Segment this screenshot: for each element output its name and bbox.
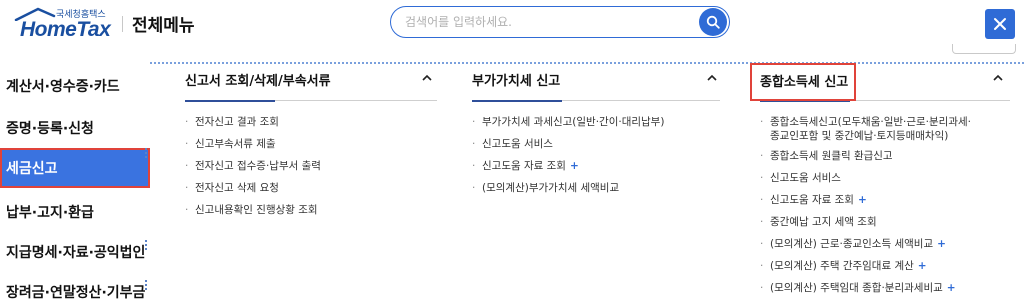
column-item-list: 종합소득세신고(모두채움·일반·근로·분리과세· 종교인포함 및 중간예납·토지…: [760, 115, 971, 295]
chevron-up-icon[interactable]: [421, 72, 433, 84]
column-item-list: 전자신고 결과 조회 신고부속서류 제출 전자신고 접수증·납부서 출력 전자신…: [185, 115, 321, 217]
sidebar-item-certificate-registration[interactable]: 증명·등록·신청: [0, 108, 150, 148]
sidebar-item-label: 납부·고지·환급: [6, 205, 94, 221]
list-item[interactable]: 전자신고 삭제 요청: [185, 181, 321, 195]
column-divider: [275, 100, 437, 101]
list-item[interactable]: 전자신고 접수증·납부서 출력: [185, 159, 321, 173]
search-input[interactable]: [405, 13, 685, 31]
list-item[interactable]: 신고부속서류 제출: [185, 137, 321, 151]
list-item[interactable]: 신고도움 자료 조회+: [472, 159, 664, 173]
scroll-dots: [145, 280, 148, 292]
sidebar-item-invoice-receipt-card[interactable]: 계산서·영수증·카드: [0, 66, 150, 106]
list-item[interactable]: 신고도움 서비스: [760, 171, 971, 185]
sidebar-item-label: 세금신고: [6, 161, 58, 177]
list-item[interactable]: (모의계산) 근로·종교인소득 세액비교+: [760, 237, 971, 251]
list-item[interactable]: 전자신고 결과 조회: [185, 115, 321, 129]
search-button[interactable]: [699, 8, 727, 36]
column-title-underline: [185, 100, 275, 102]
list-item[interactable]: 신고내용확인 진행상황 조회: [185, 203, 321, 217]
search-icon: [706, 15, 720, 29]
sidebar-item-payment-statement-data[interactable]: 지급명세·자료·공익법인: [0, 232, 150, 272]
column-divider: [562, 100, 720, 101]
sidebar-item-label: 계산서·영수증·카드: [6, 79, 120, 95]
top-bar: 국세청홈택스 HomeTax 전체메뉴: [0, 0, 1024, 48]
column-title: 부가가치세 신고: [472, 74, 561, 89]
column-title: 신고서 조회/삭제/부속서류: [185, 74, 331, 89]
list-item[interactable]: (모의계산) 주택 간주임대료 계산+: [760, 259, 971, 273]
close-icon: [994, 18, 1006, 30]
expand-plus-icon[interactable]: +: [918, 260, 927, 272]
list-item[interactable]: 종합소득세 원클릭 환급신고: [760, 149, 971, 163]
sidebar-item-label: 장려금·연말정산·기부금: [6, 285, 146, 301]
sidebar-item-label: 지급명세·자료·공익법인: [6, 245, 146, 261]
chevron-up-icon[interactable]: [706, 72, 718, 84]
search-box: [390, 6, 730, 38]
expand-plus-icon[interactable]: +: [937, 238, 946, 250]
column-title-underline: [472, 100, 562, 102]
expand-plus-icon[interactable]: +: [858, 194, 867, 206]
page-title: 전체메뉴: [132, 16, 195, 36]
sidebar-item-tax-filing[interactable]: 세금신고: [0, 148, 150, 188]
list-item[interactable]: 신고도움 자료 조회+: [760, 193, 971, 207]
expand-plus-icon[interactable]: +: [947, 282, 956, 294]
list-item[interactable]: 부가가치세 과세신고(일반·간이·대리납부): [472, 115, 664, 129]
list-item[interactable]: 신고도움 서비스: [472, 137, 664, 151]
sidebar-item-payment-notice-refund[interactable]: 납부·고지·환급: [0, 192, 150, 232]
menu-top-divider: [150, 62, 1024, 64]
list-item[interactable]: 중간예납 고지 세액 조회: [760, 215, 971, 229]
header-divider: [122, 16, 123, 32]
hometax-logo[interactable]: 국세청홈택스 HomeTax: [14, 4, 112, 42]
chevron-up-icon[interactable]: [992, 72, 1004, 84]
list-item[interactable]: 종합소득세신고(모두채움·일반·근로·분리과세· 종교인포함 및 중간예납·토지…: [760, 115, 971, 143]
sidebar: 계산서·영수증·카드 증명·등록·신청 세금신고 납부·고지·환급 지급명세·자…: [0, 62, 150, 308]
sidebar-item-label: 증명·등록·신청: [6, 121, 94, 137]
column-item-list: 부가가치세 과세신고(일반·간이·대리납부) 신고도움 서비스 신고도움 자료 …: [472, 115, 664, 195]
list-item[interactable]: (모의계산)부가가치세 세액비교: [472, 181, 664, 195]
expand-plus-icon[interactable]: +: [570, 160, 579, 172]
logo-wordmark: HomeTax: [20, 18, 111, 41]
highlight-box: [750, 63, 856, 101]
column-divider: [850, 100, 1010, 101]
close-button[interactable]: [985, 9, 1015, 39]
top-right-tab-stub: [952, 44, 1016, 54]
scroll-dots: [145, 148, 148, 160]
scroll-dots: [145, 240, 148, 252]
sidebar-item-incentive-yearend-donation[interactable]: 장려금·연말정산·기부금: [0, 272, 150, 308]
list-item[interactable]: (모의계산) 주택임대 종합·분리과세비교+: [760, 281, 971, 295]
